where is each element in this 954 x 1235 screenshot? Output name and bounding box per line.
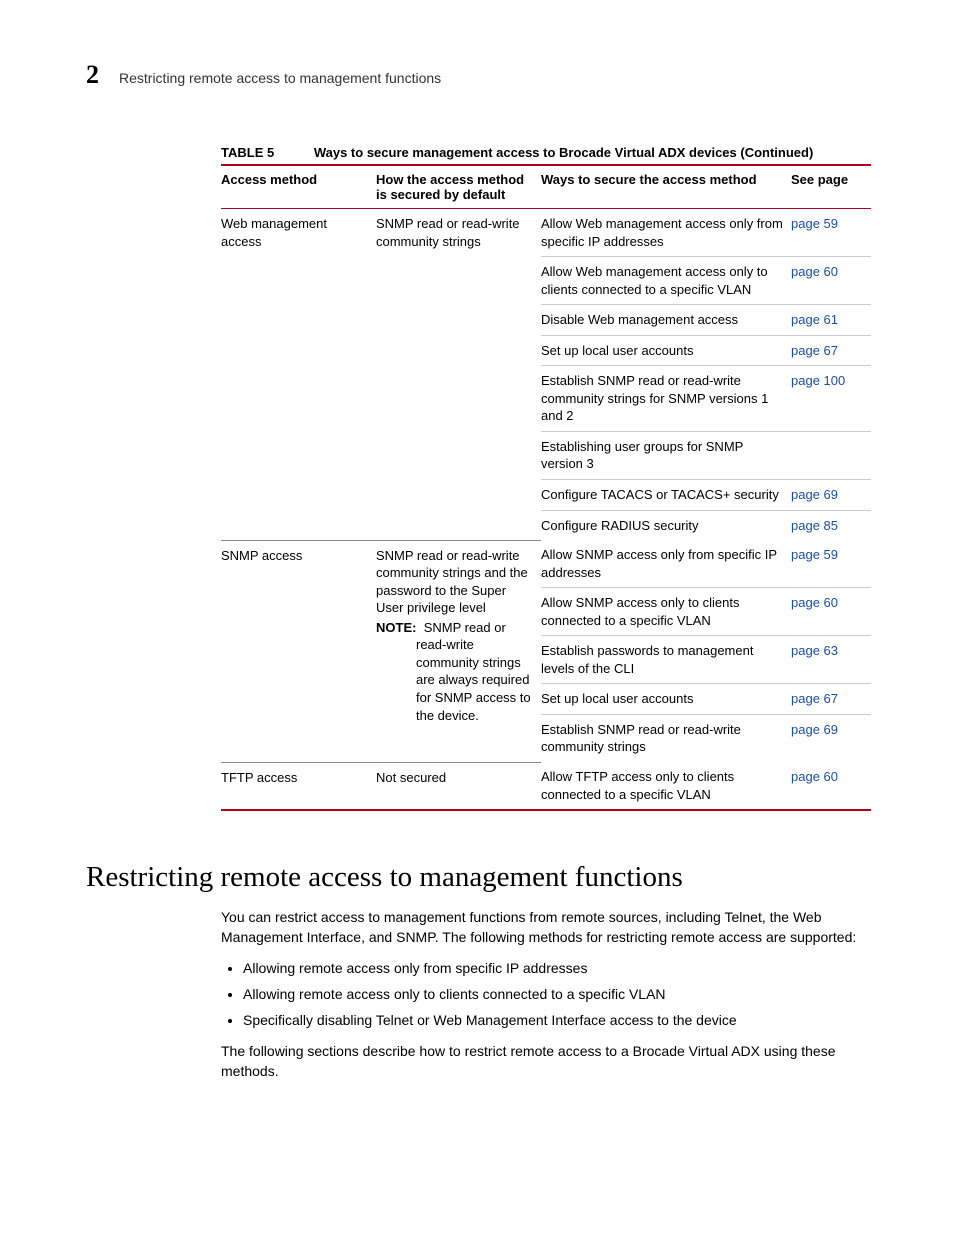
table-row: SNMP accessSNMP read or read-write commu… — [221, 540, 871, 588]
cell-way: Disable Web management access — [541, 305, 791, 336]
col-access-method: Access method — [221, 165, 376, 209]
cell-secured-by: SNMP read or read-write community string… — [376, 209, 541, 541]
table-row: TFTP accessNot secured Allow TFTP access … — [221, 762, 871, 810]
cell-way: Allow TFTP access only to clients connec… — [541, 762, 791, 810]
cell-way: Set up local user accounts — [541, 684, 791, 715]
bullet-item: Specifically disabling Telnet or Web Man… — [243, 1011, 871, 1031]
cell-way: Configure RADIUS security — [541, 510, 791, 540]
cell-page-ref: page 60 — [791, 588, 871, 636]
section-heading: Restricting remote access to management … — [86, 861, 868, 894]
section-body: You can restrict access to management fu… — [221, 908, 871, 1081]
table-label: TABLE 5 — [221, 145, 310, 160]
cell-page-ref: page 67 — [791, 335, 871, 366]
cell-page-ref: page 67 — [791, 684, 871, 715]
cell-page-ref: page 60 — [791, 762, 871, 810]
page-link[interactable]: page 61 — [791, 312, 838, 327]
cell-page-ref: page 60 — [791, 257, 871, 305]
intro-paragraph: You can restrict access to management fu… — [221, 908, 871, 947]
secured-by-text: Not secured — [376, 769, 533, 787]
running-title: Restricting remote access to management … — [119, 70, 441, 86]
cell-access-method: Web management access — [221, 209, 376, 541]
cell-page-ref — [791, 431, 871, 479]
cell-page-ref: page 63 — [791, 636, 871, 684]
cell-access-method: SNMP access — [221, 540, 376, 762]
secured-by-text: SNMP read or read-write community string… — [376, 547, 533, 617]
page-link[interactable]: page 60 — [791, 769, 838, 784]
cell-access-method: TFTP access — [221, 762, 376, 810]
cell-way: Configure TACACS or TACACS+ security — [541, 480, 791, 511]
cell-way: Establish passwords to management levels… — [541, 636, 791, 684]
page-link[interactable]: page 100 — [791, 373, 845, 388]
page-link[interactable]: page 60 — [791, 595, 838, 610]
secured-by-note: NOTE: SNMP read or read-write community … — [376, 619, 533, 724]
cell-way: Establish SNMP read or read-write commun… — [541, 366, 791, 432]
chapter-number: 2 — [86, 60, 99, 90]
table-header-row: Access method How the access method is s… — [221, 165, 871, 209]
col-ways: Ways to secure the access method — [541, 165, 791, 209]
bullet-item: Allowing remote access only to clients c… — [243, 985, 871, 1005]
secured-by-text: SNMP read or read-write community string… — [376, 215, 533, 250]
page-link[interactable]: page 63 — [791, 643, 838, 658]
table-caption-text: Ways to secure management access to Broc… — [314, 145, 813, 160]
cell-way: Allow SNMP access only to clients connec… — [541, 588, 791, 636]
cell-way: Allow SNMP access only from specific IP … — [541, 540, 791, 588]
cell-way: Set up local user accounts — [541, 335, 791, 366]
cell-page-ref: page 69 — [791, 714, 871, 762]
cell-page-ref: page 59 — [791, 540, 871, 588]
cell-way: Establish SNMP read or read-write commun… — [541, 714, 791, 762]
page-link[interactable]: page 67 — [791, 343, 838, 358]
page-link[interactable]: page 59 — [791, 216, 838, 231]
cell-page-ref: page 61 — [791, 305, 871, 336]
col-secured-by: How the access method is secured by defa… — [376, 165, 541, 209]
bullet-item: Allowing remote access only from specifi… — [243, 959, 871, 979]
outro-paragraph: The following sections describe how to r… — [221, 1042, 871, 1081]
running-header: 2 Restricting remote access to managemen… — [86, 60, 868, 90]
page-link[interactable]: page 67 — [791, 691, 838, 706]
cell-secured-by: Not secured — [376, 762, 541, 810]
page-link[interactable]: page 59 — [791, 547, 838, 562]
cell-page-ref: page 85 — [791, 510, 871, 540]
page-container: 2 Restricting remote access to managemen… — [0, 0, 954, 1081]
table-row: Web management accessSNMP read or read-w… — [221, 209, 871, 257]
page-link[interactable]: page 69 — [791, 487, 838, 502]
cell-secured-by: SNMP read or read-write community string… — [376, 540, 541, 762]
table-caption: TABLE 5 Ways to secure management access… — [221, 145, 868, 160]
col-see-page: See page — [791, 165, 871, 209]
security-table: Access method How the access method is s… — [221, 164, 871, 811]
bullet-list: Allowing remote access only from specifi… — [221, 959, 871, 1030]
cell-way: Allow Web management access only to clie… — [541, 257, 791, 305]
table-body: Web management accessSNMP read or read-w… — [221, 209, 871, 811]
cell-way: Allow Web management access only from sp… — [541, 209, 791, 257]
cell-page-ref: page 59 — [791, 209, 871, 257]
cell-page-ref: page 69 — [791, 480, 871, 511]
page-link[interactable]: page 69 — [791, 722, 838, 737]
page-link[interactable]: page 85 — [791, 518, 838, 533]
cell-way: Establishing user groups for SNMP versio… — [541, 431, 791, 479]
cell-page-ref: page 100 — [791, 366, 871, 432]
page-link[interactable]: page 60 — [791, 264, 838, 279]
